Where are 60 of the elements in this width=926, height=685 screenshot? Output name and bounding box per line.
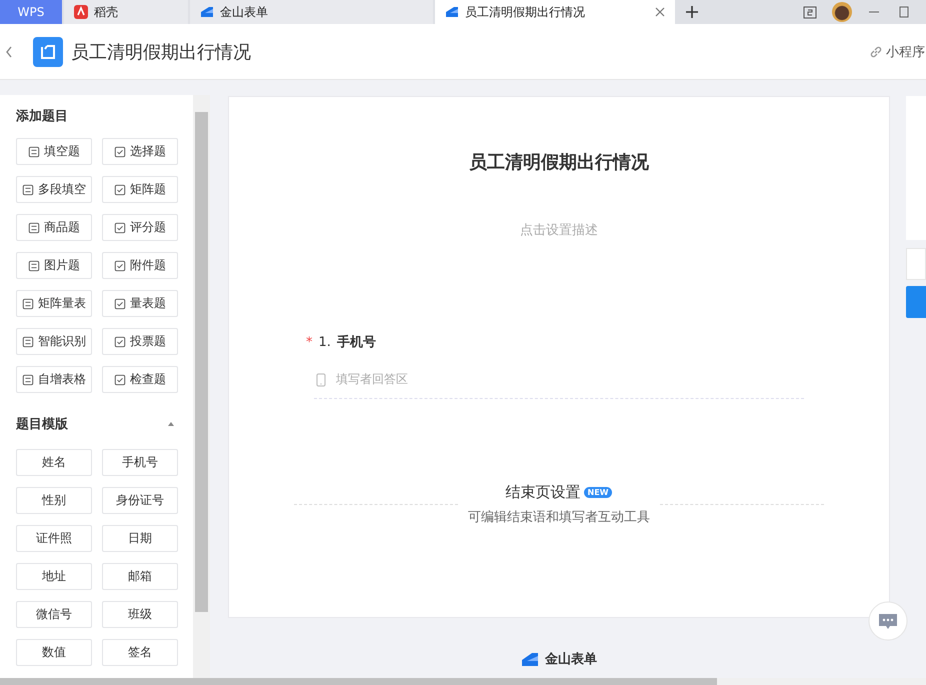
template-button[interactable]: 签名	[102, 639, 178, 666]
document-tab[interactable]: 金山表单	[190, 0, 433, 24]
question-type-button[interactable]: 检查题	[102, 366, 178, 393]
template-button[interactable]: 班级	[102, 601, 178, 628]
question-type-button[interactable]: 多段填空	[16, 176, 92, 203]
scrollbar-thumb[interactable]	[0, 678, 717, 685]
document-tab[interactable]: 员工清明假期出行情况	[435, 0, 675, 24]
question-type-button[interactable]: 矩阵量表	[16, 290, 92, 317]
section-heading: 题目模版	[16, 416, 68, 433]
required-mark: *	[306, 335, 312, 350]
checkbox-icon	[114, 146, 126, 158]
form-logo-icon	[33, 36, 63, 66]
question-type-button[interactable]: 自增表格	[16, 366, 92, 393]
document-tab[interactable]: 稻壳	[64, 0, 188, 24]
phone-icon	[316, 372, 326, 386]
template-button[interactable]: 邮箱	[102, 563, 178, 590]
window-switch-icon[interactable]	[802, 4, 818, 20]
template-button[interactable]: 性别	[16, 487, 92, 514]
question-type-button[interactable]: 附件题	[102, 252, 178, 279]
chat-button[interactable]	[868, 601, 908, 641]
form-logo-icon	[445, 5, 459, 19]
form-title: 员工清明假期出行情况	[71, 40, 251, 64]
question-type-button[interactable]: 评分题	[102, 214, 178, 241]
question-type-button[interactable]: 智能识别	[16, 328, 92, 355]
scrollbar-thumb[interactable]	[195, 112, 208, 612]
mini-program-link[interactable]: 小程序	[869, 42, 925, 60]
question-type-button[interactable]: 矩阵题	[102, 176, 178, 203]
template-button[interactable]: 地址	[16, 563, 92, 590]
avatar[interactable]	[832, 2, 852, 22]
input-field[interactable]	[906, 248, 926, 280]
question-number: 1.	[318, 335, 331, 350]
template-button[interactable]: 微信号	[16, 601, 92, 628]
question-type-button[interactable]: 选择题	[102, 138, 178, 165]
template-button[interactable]: 证件照	[16, 525, 92, 552]
app-logo-icon	[74, 5, 88, 19]
new-tab-icon[interactable]	[685, 5, 699, 19]
section-heading: 添加题目	[16, 108, 69, 125]
question-type-button[interactable]: 量表题	[102, 290, 178, 317]
question-type-button[interactable]: 商品题	[16, 214, 92, 241]
caret-icon[interactable]	[167, 421, 175, 427]
question-type-button[interactable]: 投票题	[102, 328, 178, 355]
template-button[interactable]: 数值	[16, 639, 92, 666]
question-title: 手机号	[336, 334, 376, 351]
app-tab[interactable]: WPS	[0, 0, 62, 24]
link-icon	[869, 44, 883, 58]
close-icon[interactable]	[655, 7, 665, 17]
end-page-subtitle: 可编辑结束语和填写者互动工具	[468, 509, 650, 526]
template-button[interactable]: 身份证号	[102, 487, 178, 514]
brand-name: 金山表单	[545, 651, 597, 668]
template-button[interactable]: 手机号	[102, 449, 178, 476]
question-type-button[interactable]: 图片题	[16, 252, 92, 279]
form-logo-icon	[200, 5, 214, 19]
form-heading: 员工清明假期出行情况	[469, 151, 649, 174]
form-logo-icon	[521, 651, 539, 667]
new-badge: NEW	[584, 487, 612, 498]
back-icon[interactable]	[5, 44, 13, 58]
template-button[interactable]: 日期	[102, 525, 178, 552]
end-page-title[interactable]: 结束页设置	[506, 483, 580, 502]
template-button[interactable]: 姓名	[16, 449, 92, 476]
question-type-button[interactable]: 填空题	[16, 138, 92, 165]
